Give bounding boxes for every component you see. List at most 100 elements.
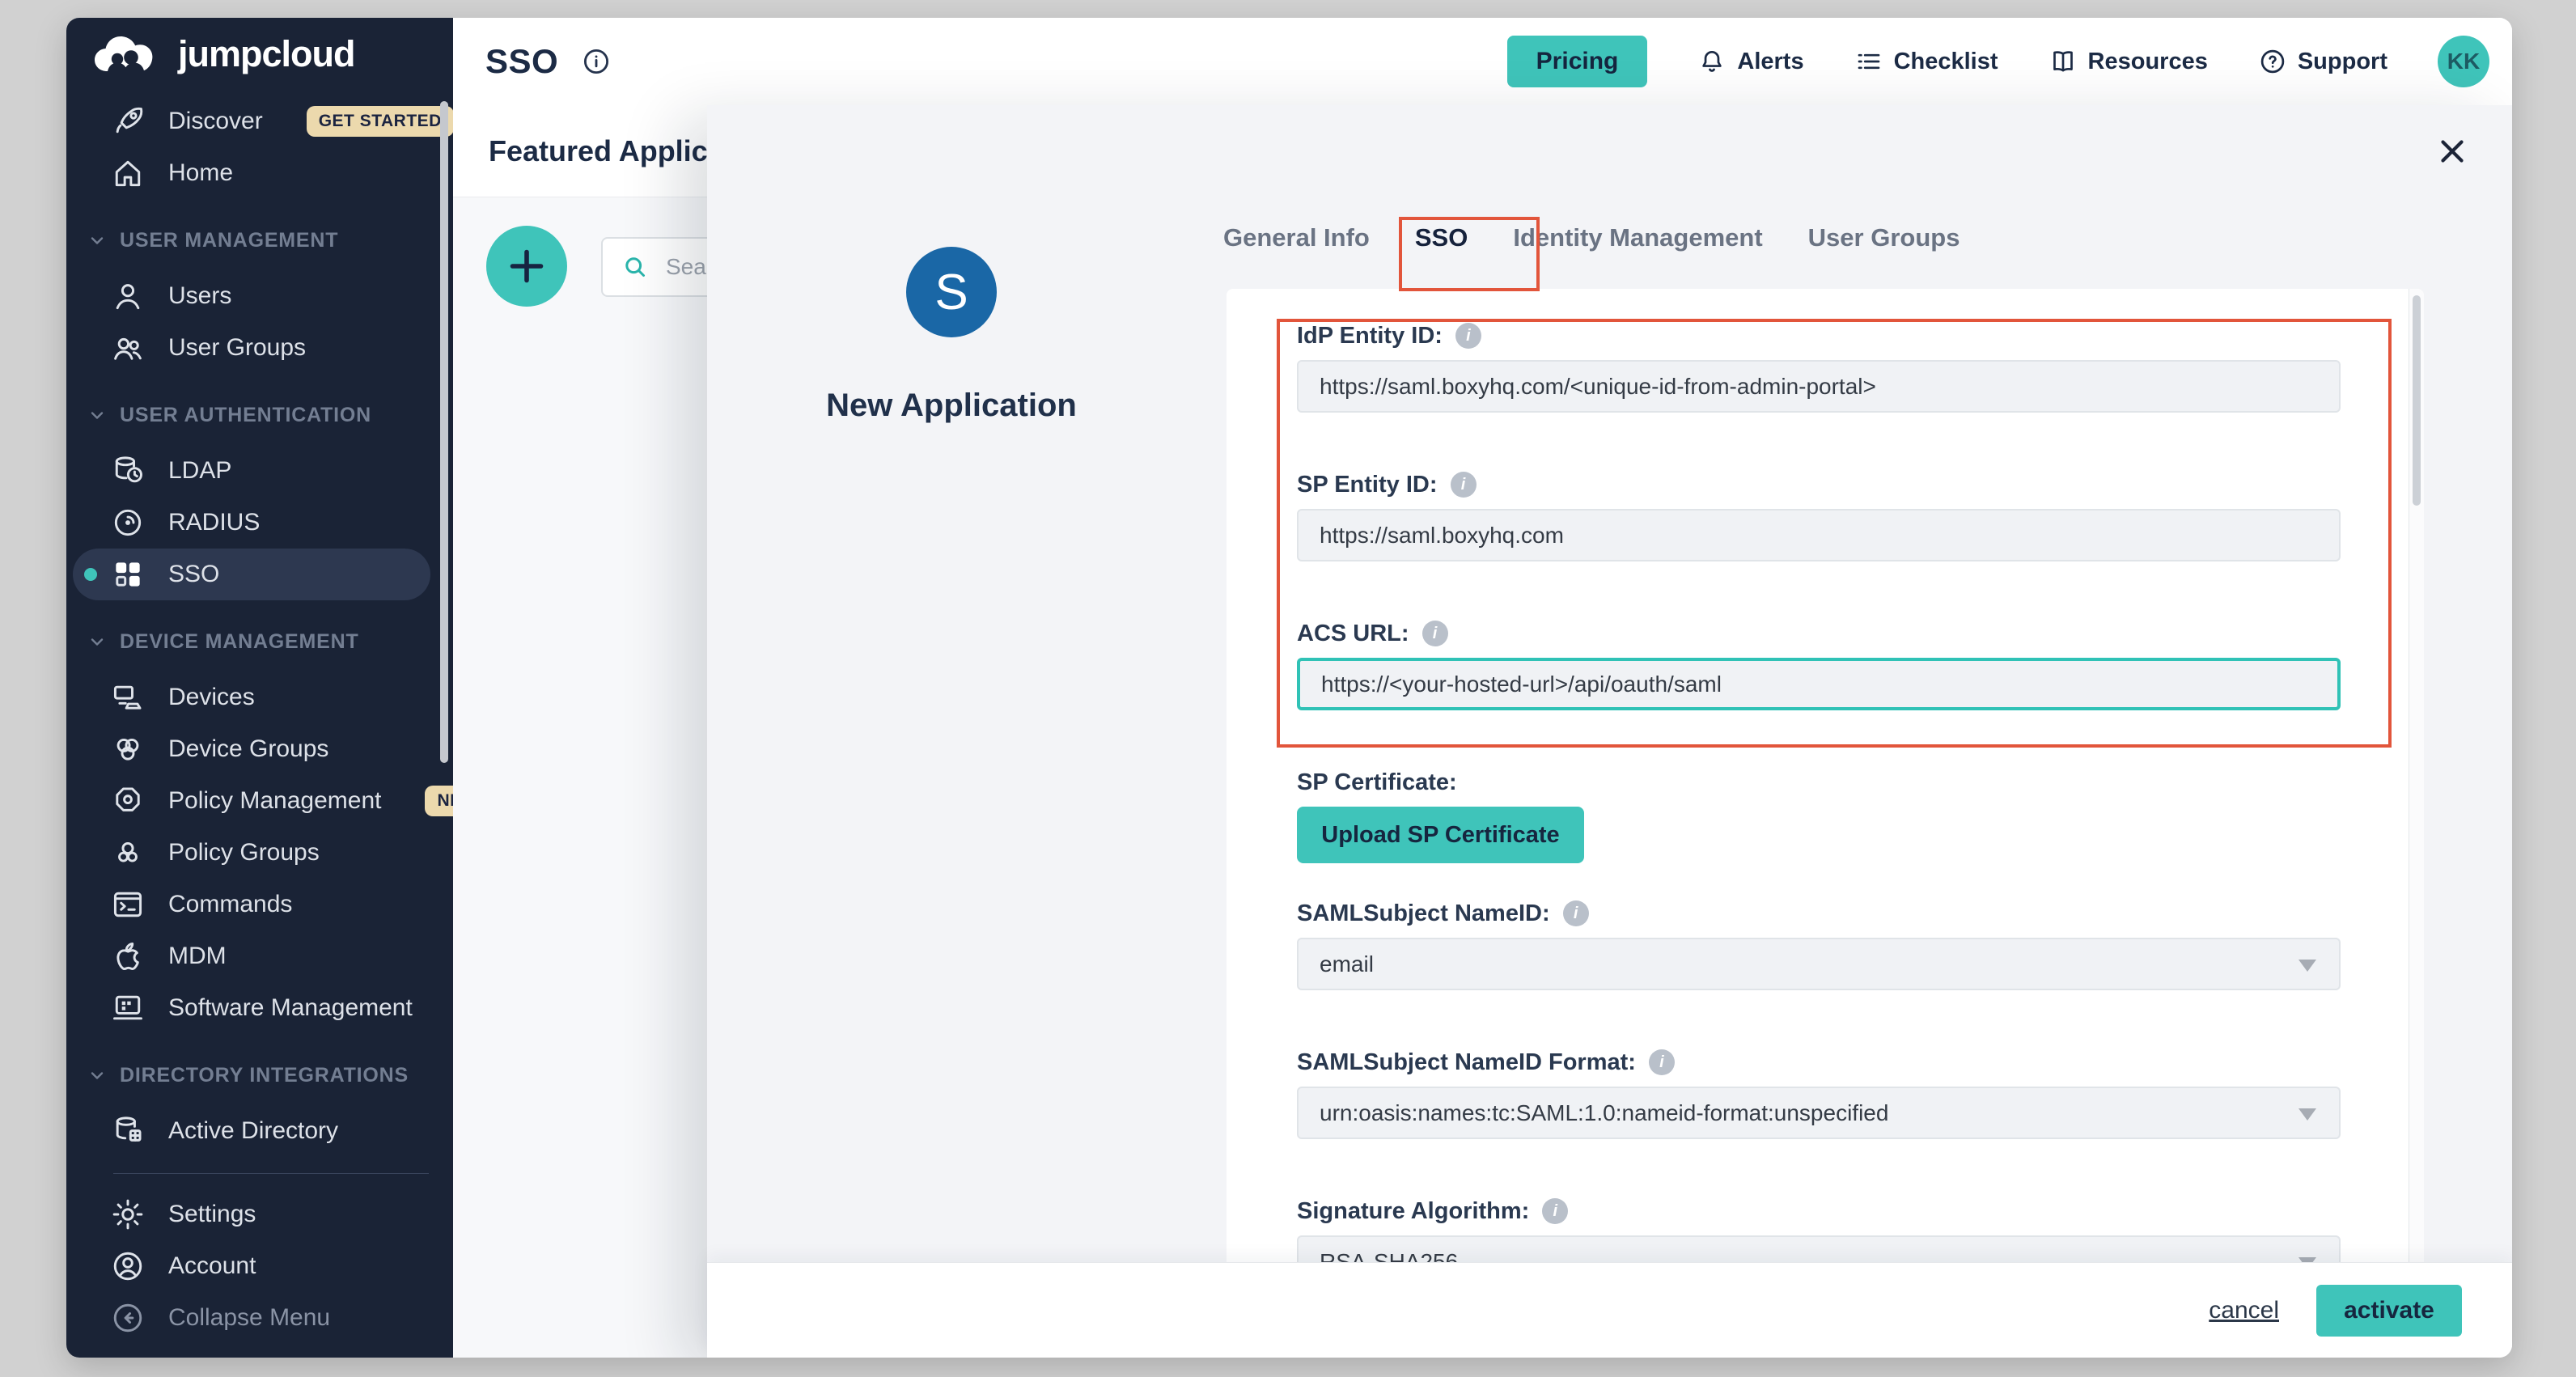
signature-algorithm-field: Signature Algorithm: i RSA-SHA256: [1297, 1197, 2424, 1262]
sidebar-item-label: Policy Groups: [168, 839, 320, 866]
field-label-text: ACS URL:: [1297, 621, 1409, 647]
section-header-label: USER MANAGEMENT: [120, 229, 338, 252]
caret-down-icon: [2298, 1108, 2316, 1121]
select-value: urn:oasis:names:tc:SAML:1.0:nameid-forma…: [1320, 1100, 1888, 1126]
sidebar-item-label: Home: [168, 159, 233, 187]
add-application-button[interactable]: [486, 226, 567, 307]
tab-user-groups[interactable]: User Groups: [1808, 223, 1960, 262]
idp-entity-id-input[interactable]: [1297, 360, 2341, 413]
page-title: SSO: [485, 42, 558, 81]
sidebar-item-mdm[interactable]: MDM: [66, 930, 453, 982]
topbar-actions: Pricing Alerts Checklist Resources Suppo…: [1507, 36, 2489, 87]
sidebar-item-label: User Groups: [168, 334, 306, 362]
field-label-text: SP Certificate:: [1297, 769, 1457, 796]
support-label: Support: [2298, 49, 2387, 75]
sidebar-item-label: Devices: [168, 684, 255, 711]
account-icon: [110, 1248, 146, 1284]
sidebar: jumpcloud Discover GET STARTED Home USER…: [66, 18, 453, 1358]
sidebar-item-commands[interactable]: Commands: [66, 879, 453, 930]
sidebar-section-directory-integrations[interactable]: DIRECTORY INTEGRATIONS: [66, 1052, 453, 1099]
policy-management-icon: [110, 783, 146, 819]
acs-url-field: ACS URL: i: [1297, 619, 2424, 710]
acs-url-label: ACS URL: i: [1297, 619, 2424, 648]
apple-icon: [110, 938, 146, 974]
sidebar-item-label: SSO: [168, 561, 219, 588]
sidebar-item-software-management[interactable]: Software Management: [66, 982, 453, 1034]
support-button[interactable]: Support: [2258, 47, 2387, 76]
pricing-button[interactable]: Pricing: [1507, 36, 1648, 87]
info-icon[interactable]: i: [1455, 323, 1481, 349]
application-initial-avatar: S: [906, 247, 997, 337]
field-label-text: SP Entity ID:: [1297, 472, 1438, 498]
sidebar-item-discover[interactable]: Discover GET STARTED: [66, 95, 453, 147]
logo-wordmark: jumpcloud: [178, 33, 354, 75]
signature-algorithm-label: Signature Algorithm: i: [1297, 1197, 2424, 1226]
samlsubject-nameid-select[interactable]: email: [1297, 938, 2341, 990]
sidebar-item-collapse-menu[interactable]: Collapse Menu: [66, 1292, 453, 1344]
sidebar-item-ldap[interactable]: LDAP: [66, 445, 453, 497]
info-icon[interactable]: i: [1451, 472, 1477, 498]
field-label-text: SAMLSubject NameID Format:: [1297, 1049, 1636, 1076]
checklist-label: Checklist: [1894, 49, 1998, 75]
get-started-badge: GET STARTED: [307, 106, 454, 137]
modal-close-button[interactable]: [2429, 128, 2476, 175]
tab-general-info[interactable]: General Info: [1223, 223, 1370, 262]
idp-entity-id-field: IdP Entity ID: i: [1297, 321, 2424, 413]
tab-identity-management[interactable]: Identity Management: [1513, 223, 1762, 262]
chevron-down-icon: [87, 405, 107, 425]
sidebar-item-devices[interactable]: Devices: [66, 672, 453, 723]
caret-down-icon: [2298, 960, 2316, 972]
resources-label: Resources: [2088, 49, 2208, 75]
modal-tabs: General Info SSO Identity Management Use…: [1223, 223, 1960, 262]
info-icon[interactable]: i: [1542, 1198, 1568, 1224]
sidebar-item-home[interactable]: Home: [66, 147, 453, 199]
sidebar-section-user-authentication[interactable]: USER AUTHENTICATION: [66, 392, 453, 439]
user-avatar[interactable]: KK: [2438, 36, 2489, 87]
samlsubject-nameid-format-select[interactable]: urn:oasis:names:tc:SAML:1.0:nameid-forma…: [1297, 1087, 2341, 1139]
sidebar-item-active-directory[interactable]: Active Directory: [66, 1105, 453, 1157]
device-groups-icon: [110, 731, 146, 767]
alerts-button[interactable]: Alerts: [1697, 47, 1803, 76]
checklist-button[interactable]: Checklist: [1854, 47, 1998, 76]
sidebar-item-sso[interactable]: SSO: [73, 549, 430, 600]
sidebar-item-users[interactable]: Users: [66, 270, 453, 322]
field-label-text: IdP Entity ID:: [1297, 323, 1443, 350]
info-icon[interactable]: [581, 46, 612, 77]
upload-sp-certificate-button[interactable]: Upload SP Certificate: [1297, 807, 1584, 863]
sidebar-item-device-groups[interactable]: Device Groups: [66, 723, 453, 775]
jumpcloud-logo[interactable]: jumpcloud: [66, 18, 453, 78]
info-icon[interactable]: i: [1422, 621, 1448, 646]
sidebar-item-radius[interactable]: RADIUS: [66, 497, 453, 549]
sidebar-item-user-groups[interactable]: User Groups: [66, 322, 453, 374]
sidebar-item-settings[interactable]: Settings: [66, 1188, 453, 1240]
rocket-icon: [110, 104, 146, 139]
sidebar-item-label: Settings: [168, 1201, 256, 1228]
sp-entity-id-field: SP Entity ID: i: [1297, 470, 2424, 561]
new-application-modal: S New Application General Info SSO Ident…: [707, 105, 2512, 1358]
sp-certificate-field: SP Certificate: Upload SP Certificate: [1297, 768, 2424, 863]
sp-certificate-label: SP Certificate:: [1297, 768, 2424, 797]
sidebar-scrollbar[interactable]: [440, 101, 448, 763]
info-icon[interactable]: i: [1563, 900, 1589, 926]
signature-algorithm-select[interactable]: RSA-SHA256: [1297, 1235, 2341, 1262]
top-bar: SSO Pricing Alerts Checklist Resources: [453, 18, 2512, 105]
app-window: jumpcloud Discover GET STARTED Home USER…: [66, 18, 2512, 1358]
sp-entity-id-input[interactable]: [1297, 509, 2341, 561]
acs-url-input[interactable]: [1297, 658, 2341, 710]
resources-button[interactable]: Resources: [2049, 47, 2208, 76]
sidebar-item-label: MDM: [168, 943, 227, 970]
activate-button[interactable]: activate: [2316, 1285, 2462, 1337]
help-icon: [2258, 47, 2287, 76]
select-value: email: [1320, 951, 1374, 977]
cancel-link[interactable]: cancel: [2209, 1297, 2279, 1324]
sidebar-section-device-management[interactable]: DEVICE MANAGEMENT: [66, 618, 453, 665]
sidebar-item-account[interactable]: Account: [66, 1240, 453, 1292]
section-header-label: USER AUTHENTICATION: [120, 404, 371, 427]
info-icon[interactable]: i: [1649, 1049, 1675, 1075]
sidebar-item-policy-groups[interactable]: Policy Groups: [66, 827, 453, 879]
form-scrollbar-thumb[interactable]: [2413, 295, 2421, 506]
sidebar-section-user-management[interactable]: USER MANAGEMENT: [66, 217, 453, 264]
sidebar-item-policy-management[interactable]: Policy Management NEW: [66, 775, 453, 827]
plus-icon: [504, 244, 549, 289]
tab-sso[interactable]: SSO: [1415, 223, 1468, 262]
